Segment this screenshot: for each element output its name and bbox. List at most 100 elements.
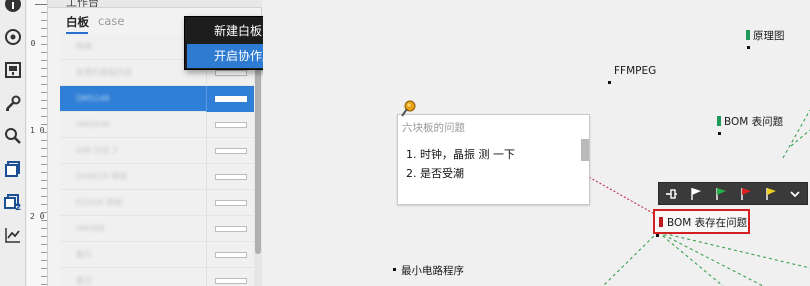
ruler-label-0: 0	[30, 39, 36, 48]
color-swatch[interactable]	[206, 216, 254, 242]
note-line: 2. 是否受潮	[406, 167, 464, 180]
frame-icon[interactable]	[3, 60, 23, 80]
sticky-note[interactable]: 六块板的问题 1. 时钟，晶振 测 一下 2. 是否受潮	[397, 114, 590, 205]
chevron-down-icon[interactable]	[787, 186, 803, 202]
ruler-tick	[41, 204, 47, 205]
node-color-bar	[717, 116, 721, 126]
ruler-tick	[41, 156, 47, 157]
color-swatch[interactable]	[206, 268, 254, 286]
whiteboard-list: 规格 各管的基础内容 DMS148 DM9446 446 讨论 2 DVR824…	[60, 34, 254, 286]
flag-red-icon[interactable]	[738, 186, 754, 202]
list-item-label: 各管的基础内容	[76, 68, 132, 77]
tab-whiteboard[interactable]: 白板	[66, 14, 89, 30]
node-anchor	[747, 46, 750, 49]
pin-icon[interactable]	[663, 186, 679, 202]
layers-icon[interactable]	[3, 159, 23, 179]
ruler-tick	[41, 172, 47, 173]
node-label: BOM 表问题	[724, 116, 784, 128]
list-item[interactable]: DVR824 审核	[60, 164, 254, 190]
note-title: 六块板的问题	[402, 122, 465, 134]
layers-2-icon[interactable]: 2	[3, 192, 23, 212]
flag-white-icon[interactable]	[688, 186, 704, 202]
ruler-tick	[41, 188, 47, 189]
color-swatch[interactable]	[206, 164, 254, 190]
pushpin-icon	[401, 100, 416, 117]
list-item[interactable]: 446 讨论 2	[60, 138, 254, 164]
ruler-tick	[41, 180, 47, 181]
chart-icon[interactable]	[3, 225, 23, 245]
ruler-tick	[41, 148, 47, 149]
ruler-tick	[41, 236, 47, 237]
list-item-label: DMS148	[76, 94, 110, 103]
ruler-tick	[41, 52, 47, 53]
list-item-label: DM368	[76, 224, 105, 233]
ruler-tick	[41, 84, 47, 85]
ruler-tick	[41, 276, 47, 277]
ruler-tick	[41, 196, 47, 197]
flag-green-icon[interactable]	[713, 186, 729, 202]
ruler-tick	[41, 20, 47, 21]
node-ffmpeg[interactable]: FFMPEG	[614, 65, 656, 77]
note-scrollbar[interactable]	[581, 139, 589, 161]
ruler-label-200: 2 0 0	[30, 212, 55, 221]
search-icon[interactable]	[3, 126, 23, 146]
vertical-ruler: 0 1 0 0 2 0 0	[27, 0, 55, 286]
color-swatch[interactable]	[206, 242, 254, 268]
ruler-tick	[41, 140, 47, 141]
list-item[interactable]: DM9446	[60, 112, 254, 138]
ruler-tick	[41, 100, 47, 101]
node-anchor	[393, 268, 396, 271]
tab-case[interactable]: case	[98, 14, 124, 28]
node-bom-table[interactable]: BOM 表问题	[717, 114, 783, 129]
ruler-label-100: 1 0 0	[30, 126, 55, 135]
node-anchor	[608, 81, 611, 84]
color-swatch[interactable]	[206, 112, 254, 138]
list-scrollbar-thumb[interactable]	[255, 54, 261, 254]
list-item[interactable]: EZUOX 审核	[60, 190, 254, 216]
ruler-tick	[41, 164, 47, 165]
ruler-tick	[41, 252, 47, 253]
ruler-tick	[41, 244, 47, 245]
list-item-label: DVR824 审核	[76, 172, 127, 181]
node-schematic[interactable]: 原理图	[746, 28, 785, 43]
node-color-bar	[746, 30, 750, 40]
list-item-label: DM9446	[76, 120, 110, 129]
ruler-tick	[41, 284, 47, 285]
info-icon[interactable]	[3, 0, 23, 14]
ruler-tick	[41, 212, 47, 213]
panel-title: 工作台	[66, 0, 99, 8]
node-bom-issue-selected[interactable]: BOM 表存在问题	[653, 209, 750, 234]
node-min-circuit[interactable]: 最小电路程序	[401, 263, 464, 278]
node-label: FFMPEG	[614, 65, 657, 77]
list-item[interactable]: 备注	[60, 268, 254, 286]
list-item-label: 446 讨论 2	[76, 146, 118, 155]
ruler-tick	[41, 228, 47, 229]
color-swatch[interactable]	[206, 190, 254, 216]
panel-title-bar: 工作台	[48, 0, 262, 8]
list-scrollbar[interactable]	[254, 34, 262, 286]
color-swatch[interactable]	[206, 138, 254, 164]
list-item-label: 备忘	[76, 250, 92, 259]
wrench-icon[interactable]	[3, 93, 23, 113]
color-swatch[interactable]	[206, 86, 254, 112]
list-item-label: 规格	[76, 42, 92, 51]
ruler-tick	[41, 132, 47, 133]
target-icon[interactable]	[3, 27, 23, 47]
ruler-tick	[35, 4, 47, 5]
list-item-selected[interactable]: DMS148	[60, 86, 254, 112]
ruler-tick	[41, 220, 47, 221]
ruler-tick	[41, 108, 47, 109]
flag-yellow-icon[interactable]	[763, 186, 779, 202]
ruler-tick	[41, 92, 47, 93]
node-label: BOM 表存在问题	[667, 217, 748, 229]
list-item[interactable]: DM368	[60, 216, 254, 242]
left-toolbar: 2	[0, 0, 26, 286]
node-anchor	[656, 234, 659, 237]
ruler-tick	[41, 116, 47, 117]
ruler-tick	[41, 36, 47, 37]
layers-badge: 2	[15, 203, 21, 211]
ruler-tick	[41, 68, 47, 69]
ruler-tick	[41, 268, 47, 269]
whiteboard-canvas[interactable]: 原理图 FFMPEG BOM 表问题 最小电路程序 六块板的问题 1. 时钟，晶…	[263, 0, 810, 286]
list-item[interactable]: 备忘	[60, 242, 254, 268]
